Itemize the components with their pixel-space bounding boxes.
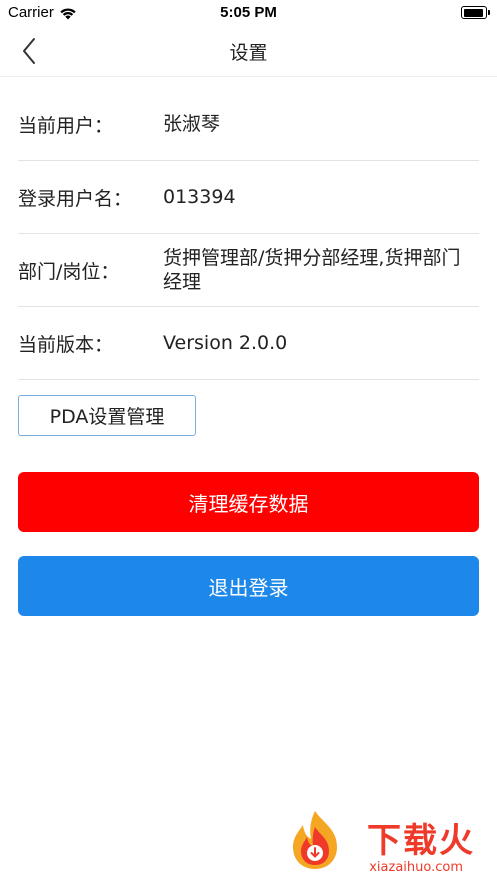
info-label: 部门/岗位： xyxy=(18,260,120,283)
navigation-bar: 设置 xyxy=(0,26,497,77)
info-row-version: 当前版本： Version 2.0.0 xyxy=(18,307,479,380)
logout-button[interactable]: 退出登录 xyxy=(18,556,479,616)
info-label: 登录用户名： xyxy=(18,187,133,210)
status-time: 5:05 PM xyxy=(220,4,277,21)
info-row-department: 部门/岗位： 货押管理部/货押分部经理,货押部门经理 xyxy=(18,234,479,307)
user-info-list: 当前用户： 张淑琴 登录用户名： 013394 部门/岗位： 货押管理部/货押分… xyxy=(18,88,479,380)
info-label: 当前版本： xyxy=(18,333,114,356)
info-row-login-username: 登录用户名： 013394 xyxy=(18,161,479,234)
info-label: 当前用户： xyxy=(18,114,114,137)
info-value: 013394 xyxy=(163,186,236,208)
watermark-url: xiazaihuo.com xyxy=(369,860,463,875)
status-bar: Carrier 5:05 PM xyxy=(0,0,497,26)
page-title: 设置 xyxy=(229,42,268,64)
watermark: 下载火 xiazaihuo.com xyxy=(283,807,483,877)
clear-cache-button[interactable]: 清理缓存数据 xyxy=(18,472,479,532)
battery-icon xyxy=(461,6,490,19)
info-value: 货押管理部/货押分部经理,货押部门经理 xyxy=(163,247,461,293)
info-value: Version 2.0.0 xyxy=(163,332,288,354)
info-row-current-user: 当前用户： 张淑琴 xyxy=(18,88,479,161)
watermark-text: 下载火 xyxy=(367,821,475,861)
info-value: 张淑琴 xyxy=(163,113,221,135)
flame-logo-icon xyxy=(293,811,337,869)
pda-settings-button[interactable]: PDA设置管理 xyxy=(18,395,196,436)
